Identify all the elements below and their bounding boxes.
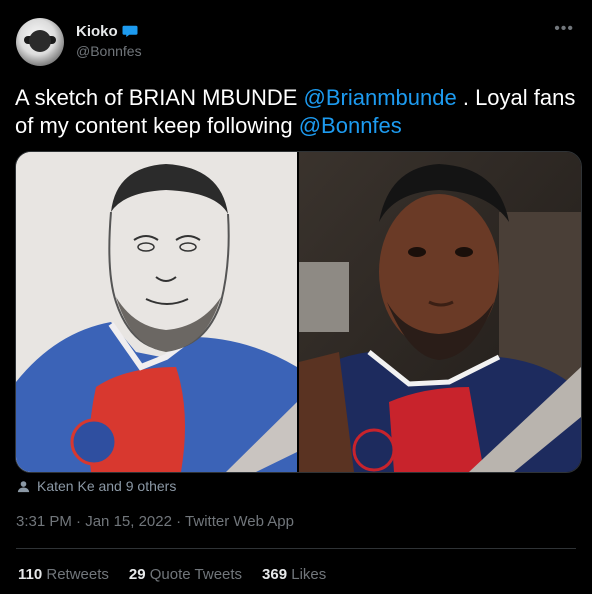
author-display-name-row[interactable]: Kioko <box>76 22 142 40</box>
likes-label: Likes <box>291 566 327 583</box>
tweet-source[interactable]: Twitter Web App <box>185 513 294 530</box>
liked-by-row[interactable]: Katen Ke and 9 others <box>16 478 176 494</box>
tweet-stats: 110 Retweets 29 Quote Tweets 369 Likes <box>18 566 326 583</box>
likes-stat[interactable]: 369 Likes <box>262 566 326 583</box>
separator-dot: · <box>171 513 186 530</box>
tweet-header: Kioko @Bonnfes ••• <box>16 16 576 72</box>
mention-brianmbunde-link[interactable]: @Brianmbunde <box>304 85 457 110</box>
tweet-date[interactable]: Jan 15, 2022 <box>85 513 172 530</box>
photo-image[interactable] <box>299 152 581 472</box>
tweet-time[interactable]: 3:31 PM <box>16 513 72 530</box>
author-display-name[interactable]: Kioko <box>76 23 118 40</box>
liked-by-text[interactable]: Katen Ke and 9 others <box>37 478 176 494</box>
tweet-media <box>15 151 582 473</box>
person-icon <box>17 480 30 492</box>
avatar-head <box>29 30 51 52</box>
author-names: Kioko @Bonnfes <box>76 22 142 60</box>
quote-tweets-count: 29 <box>128 566 146 583</box>
retweets-stat[interactable]: 110 Retweets <box>18 566 109 583</box>
author-avatar[interactable] <box>16 18 64 66</box>
retweets-label: Retweets <box>46 566 109 583</box>
pencil-sketch-drawing <box>16 152 297 472</box>
quote-tweets-stat[interactable]: 29 Quote Tweets <box>129 566 242 583</box>
tweet-metadata: 3:31 PM · Jan 15, 2022 · Twitter Web App <box>16 513 294 530</box>
separator-dot: · <box>71 513 86 530</box>
selfie-photo <box>299 152 581 472</box>
tweet-text-part-1: A sketch of BRIAN MBUNDE <box>15 85 304 110</box>
likes-count: 369 <box>262 566 288 583</box>
retweets-count: 110 <box>18 566 43 583</box>
speech-bubble-icon <box>122 25 138 37</box>
mention-bonnfes-link[interactable]: @Bonnfes <box>299 113 402 138</box>
tweet-text: A sketch of BRIAN MBUNDE @Brianmbunde . … <box>15 84 580 140</box>
more-options-icon[interactable]: ••• <box>554 20 574 38</box>
quote-tweets-label: Quote Tweets <box>149 566 243 583</box>
author-handle[interactable]: @Bonnfes <box>76 43 142 59</box>
sketch-image[interactable] <box>16 152 299 472</box>
divider <box>16 548 576 549</box>
